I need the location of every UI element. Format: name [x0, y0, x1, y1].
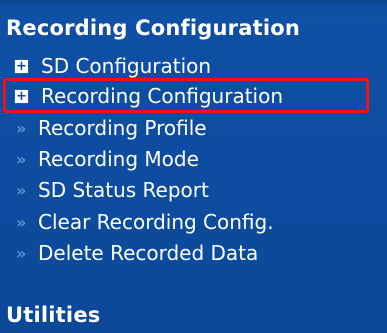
menu-item-clear-recording-config[interactable]: » Clear Recording Config.	[12, 208, 274, 236]
menu-item-sd-configuration[interactable]: + SD Configuration	[12, 52, 211, 80]
navigation-panel: Recording Configuration + SD Configurati…	[0, 0, 387, 333]
double-chevron-icon: »	[16, 212, 27, 232]
menu-item-recording-mode[interactable]: » Recording Mode	[12, 145, 199, 173]
menu-item-delete-recorded-data[interactable]: » Delete Recorded Data	[12, 239, 258, 267]
double-chevron-icon: »	[16, 118, 27, 138]
menu-item-label: Recording Configuration	[41, 84, 284, 108]
menu-item-label: Clear Recording Config.	[38, 210, 274, 234]
menu-item-recording-profile[interactable]: » Recording Profile	[12, 114, 207, 142]
menu-item-label: Recording Mode	[38, 147, 199, 171]
menu-item-label: Delete Recorded Data	[38, 241, 259, 265]
plus-box-icon[interactable]: +	[14, 58, 29, 74]
menu-item-label: SD Configuration	[41, 54, 212, 78]
menu-item-recording-configuration[interactable]: + Recording Configuration	[12, 82, 283, 110]
clipped-top-edge	[0, 0, 387, 10]
menu-item-label: Recording Profile	[38, 116, 207, 140]
menu-item-label: SD Status Report	[38, 178, 209, 202]
double-chevron-icon: »	[16, 149, 27, 169]
plus-box-icon[interactable]: +	[14, 88, 29, 104]
menu-item-sd-status-report[interactable]: » SD Status Report	[12, 176, 209, 204]
section-title-utilities: Utilities	[6, 303, 101, 327]
double-chevron-icon: »	[16, 180, 27, 200]
section-title-recording-configuration: Recording Configuration	[6, 16, 301, 40]
double-chevron-icon: »	[16, 243, 27, 263]
